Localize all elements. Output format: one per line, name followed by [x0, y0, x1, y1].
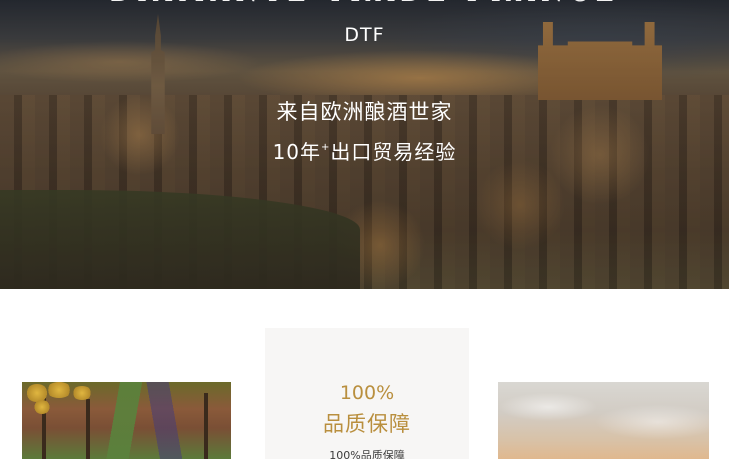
hero-top-heading: DIAMANTE TRADE FRANCE — [110, 0, 630, 8]
vine-trunk — [204, 393, 208, 459]
hero-tagline-2-suffix: 出口贸易经验 — [330, 140, 457, 164]
vineyard-photo — [22, 382, 231, 459]
hero-tagline-1: 来自欧洲酿酒世家 — [276, 100, 453, 124]
sky-photo — [498, 382, 709, 459]
vine-leaf — [72, 386, 92, 400]
quality-percent: 100% — [339, 382, 395, 404]
vine-leaf — [34, 400, 50, 414]
hero-brand: DTF — [344, 24, 385, 46]
quality-subtitle: 100%品质保障 — [329, 449, 405, 459]
quality-title: 品质保障 — [323, 412, 411, 436]
hero-tagline-2: 10年+出口贸易经验 — [0, 136, 729, 166]
page: DIAMANTE TRADE FRANCE DTF 来自欧洲酿酒世家 10年+出… — [0, 0, 730, 459]
vine-leaf — [46, 382, 72, 398]
vine-trunk — [86, 399, 90, 459]
hero-tagline-2-sup: + — [321, 142, 331, 153]
hero-banner: DIAMANTE TRADE FRANCE DTF 来自欧洲酿酒世家 10年+出… — [0, 0, 729, 289]
quality-card: 100% 品质保障 100%品质保障 — [265, 328, 469, 459]
vine-leaf — [26, 384, 48, 402]
hero-tagline-2-prefix: 10年 — [272, 140, 322, 164]
